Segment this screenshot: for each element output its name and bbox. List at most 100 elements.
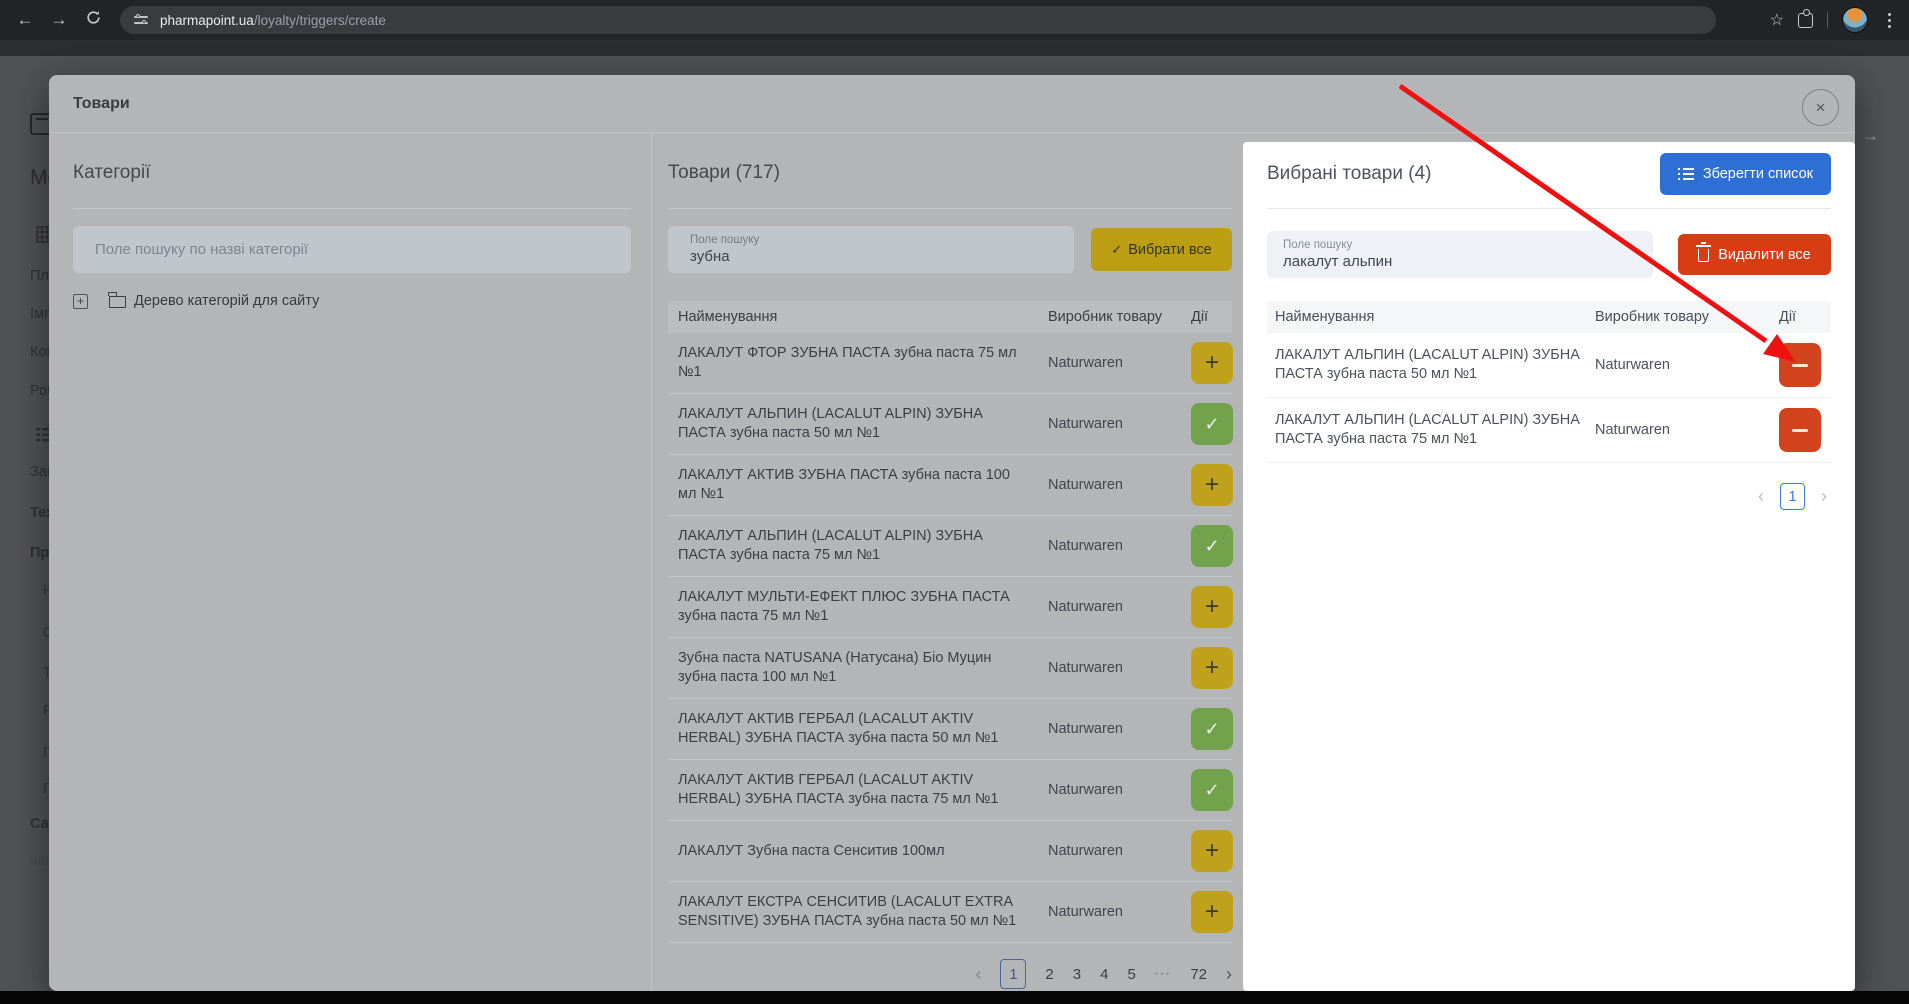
products-pagination: ‹ 1 2 3 4 5 ••• 72 › [668, 959, 1232, 989]
product-manufacturer: Naturwaren [1038, 759, 1181, 821]
product-row: ЛАКАЛУТ Зубна паста Сенситив 100мл Natur… [668, 820, 1233, 882]
product-manufacturer: Naturwaren [1038, 454, 1181, 516]
product-name: ЛАКАЛУТ Зубна паста Сенситив 100мл [668, 820, 1038, 882]
address-bar[interactable]: pharmapoint.ua/loyalty/triggers/create [120, 6, 1716, 34]
selected-table: Найменування Виробник товару Дії ЛАКАЛУТ… [1267, 301, 1831, 463]
product-row: ЛАКАЛУТ ФТОР ЗУБНА ПАСТА зубна паста 75 … [668, 333, 1233, 394]
product-manufacturer: Naturwaren [1038, 393, 1181, 455]
product-added-button[interactable]: ✓ [1191, 525, 1233, 567]
selected-title: Вибрані товари (4) [1267, 163, 1432, 184]
plus-icon: + [1204, 837, 1219, 864]
product-row: ЛАКАЛУТ АКТИВ ГЕРБАЛ (LACALUT AKTIV HERB… [668, 698, 1233, 760]
profile-avatar[interactable] [1842, 7, 1868, 33]
pagination-page[interactable]: 4 [1100, 966, 1108, 983]
pagination-page-last[interactable]: 72 [1190, 966, 1207, 983]
bookmark-star-icon[interactable]: ☆ [1770, 10, 1784, 30]
pagination-prev-icon[interactable]: ‹ [1758, 486, 1764, 507]
add-product-button[interactable]: + [1191, 647, 1233, 689]
products-table-header: Найменування Виробник товару Дії [668, 301, 1232, 333]
products-table: Найменування Виробник товару Дії ЛАКАЛУТ… [668, 301, 1233, 943]
categories-title: Категорії [73, 162, 151, 183]
product-row: ЛАКАЛУТ АКТИВ ГЕРБАЛ (LACALUT AKTIV HERB… [668, 759, 1233, 821]
product-search-input[interactable]: Поле пошуку зубна [668, 226, 1074, 273]
col-header-actions: Дії [1771, 301, 1831, 333]
remove-product-button[interactable] [1779, 343, 1821, 387]
add-product-button[interactable]: + [1191, 586, 1233, 628]
add-product-button[interactable]: + [1191, 464, 1233, 506]
minus-icon [1792, 363, 1808, 367]
browser-back-icon[interactable]: ← [8, 10, 42, 30]
browser-toolbar: ← → pharmapoint.ua/loyalty/triggers/crea… [0, 0, 1909, 40]
add-product-button[interactable]: + [1191, 891, 1233, 933]
modal-title: Товари [73, 95, 130, 112]
remove-product-button[interactable] [1779, 408, 1821, 452]
check-icon: ✓ [1204, 718, 1220, 739]
selected-search-input[interactable]: Поле пошуку лакалут альпин [1267, 231, 1653, 278]
categories-divider [73, 208, 631, 209]
products-modal: Товари × Категорії Поле пошуку по назві … [49, 75, 1855, 991]
product-added-button[interactable]: ✓ [1191, 708, 1233, 750]
selected-divider [1267, 208, 1831, 209]
categories-column: Категорії Поле пошуку по назві категорії… [73, 132, 631, 309]
product-manufacturer: Naturwaren [1038, 820, 1181, 882]
col-header-manufacturer: Виробник товару [1038, 301, 1181, 333]
select-all-button[interactable]: ✓ Вибрати все [1091, 228, 1232, 271]
category-tree-root[interactable]: + Дерево категорій для сайту [73, 292, 631, 309]
selected-products-panel: Вибрані товари (4) Зберегти список Поле … [1243, 142, 1855, 991]
close-icon: × [1815, 97, 1826, 117]
plus-icon: + [1204, 654, 1219, 681]
selected-name: ЛАКАЛУТ АЛЬПИН (LACALUT ALPIN) ЗУБНА ПАС… [1267, 333, 1587, 398]
list-icon [1677, 168, 1694, 180]
extensions-icon[interactable] [1798, 8, 1813, 28]
product-name: ЛАКАЛУТ АКТИВ ГЕРБАЛ (LACALUT AKTIV HERB… [668, 698, 1038, 760]
product-row: ЛАКАЛУТ АЛЬПИН (LACALUT ALPIN) ЗУБНА ПАС… [668, 393, 1233, 455]
check-icon: ✓ [1204, 779, 1220, 800]
check-icon: ✓ [1204, 413, 1220, 434]
product-name: ЛАКАЛУТ АЛЬПИН (LACALUT ALPIN) ЗУБНА ПАС… [668, 393, 1038, 455]
products-title: Товари (717) [668, 162, 780, 183]
toolbar-separator [1827, 12, 1828, 28]
product-name: ЛАКАЛУТ АКТИВ ЗУБНА ПАСТА зубна паста 10… [668, 454, 1038, 516]
save-list-label: Зберегти список [1702, 166, 1813, 182]
pagination-page-current[interactable]: 1 [1000, 959, 1027, 989]
tree-expand-icon[interactable]: + [73, 293, 88, 309]
page-forward-icon: → [1862, 126, 1879, 145]
plus-icon: + [1204, 593, 1219, 620]
pagination-page-current[interactable]: 1 [1780, 483, 1805, 510]
pagination-page[interactable]: 5 [1127, 966, 1135, 983]
browser-forward-icon[interactable]: → [42, 10, 76, 30]
product-added-button[interactable]: ✓ [1191, 769, 1233, 811]
product-name: ЛАКАЛУТ АКТИВ ГЕРБАЛ (LACALUT AKTIV HERB… [668, 759, 1038, 821]
products-column: Товари (717) Поле пошуку зубна ✓ Вибрати … [668, 132, 1233, 989]
product-row: ЛАКАЛУТ АКТИВ ЗУБНА ПАСТА зубна паста 10… [668, 454, 1233, 516]
select-all-label: Вибрати все [1128, 241, 1212, 258]
selected-search-value: лакалут альпин [1283, 253, 1393, 270]
product-name: ЛАКАЛУТ АЛЬПИН (LACALUT ALPIN) ЗУБНА ПАС… [668, 515, 1038, 577]
delete-all-button[interactable]: Видалити все [1678, 234, 1831, 275]
browser-menu-icon[interactable] [1882, 11, 1897, 30]
product-search-value: зубна [690, 248, 730, 265]
category-search-input[interactable]: Поле пошуку по назві категорії [73, 226, 631, 273]
delete-all-label: Видалити все [1718, 246, 1811, 263]
pagination-page[interactable]: 2 [1045, 966, 1053, 983]
pagination-ellipsis: ••• [1154, 968, 1172, 980]
selected-table-header: Найменування Виробник товару Дії [1267, 301, 1831, 333]
plus-icon: + [1204, 349, 1219, 376]
save-list-button[interactable]: Зберегти список [1659, 153, 1831, 195]
add-product-button[interactable]: + [1191, 830, 1233, 872]
pagination-page[interactable]: 3 [1073, 966, 1081, 983]
product-name: ЛАКАЛУТ ФТОР ЗУБНА ПАСТА зубна паста 75 … [668, 333, 1038, 394]
pagination-next-icon[interactable]: › [1226, 964, 1232, 985]
browser-reload-icon[interactable] [76, 10, 110, 30]
site-info-icon[interactable] [134, 14, 148, 25]
product-added-button[interactable]: ✓ [1191, 403, 1233, 445]
selected-pagination: ‹ 1 › [1267, 483, 1831, 510]
pagination-prev-icon[interactable]: ‹ [975, 964, 981, 985]
pagination-next-icon[interactable]: › [1821, 486, 1827, 507]
plus-icon: + [1204, 898, 1219, 925]
modal-close-button[interactable]: × [1802, 89, 1839, 126]
product-manufacturer: Naturwaren [1038, 333, 1181, 394]
url-path: /loyalty/triggers/create [253, 12, 386, 28]
selected-name: ЛАКАЛУТ АЛЬПИН (LACALUT ALPIN) ЗУБНА ПАС… [1267, 397, 1587, 463]
add-product-button[interactable]: + [1191, 342, 1233, 384]
